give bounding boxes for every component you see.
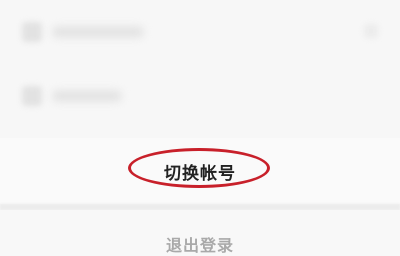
- logout-button[interactable]: 退出登录: [0, 210, 400, 256]
- switch-account-label: 切换帐号: [164, 164, 236, 184]
- blurred-item-label: [52, 90, 122, 102]
- blurred-item-icon: [22, 22, 42, 42]
- list-item[interactable]: [0, 8, 400, 58]
- switch-account-button[interactable]: 切换帐号: [0, 138, 400, 204]
- list-item[interactable]: [0, 72, 400, 122]
- account-menu-screen: 切换帐号 退出登录: [0, 0, 400, 256]
- blurred-item-label: [52, 26, 144, 38]
- settings-list: [0, 0, 400, 140]
- chevron-right-icon: [364, 24, 378, 38]
- logout-label: 退出登录: [165, 236, 234, 255]
- blurred-item-icon: [22, 86, 42, 106]
